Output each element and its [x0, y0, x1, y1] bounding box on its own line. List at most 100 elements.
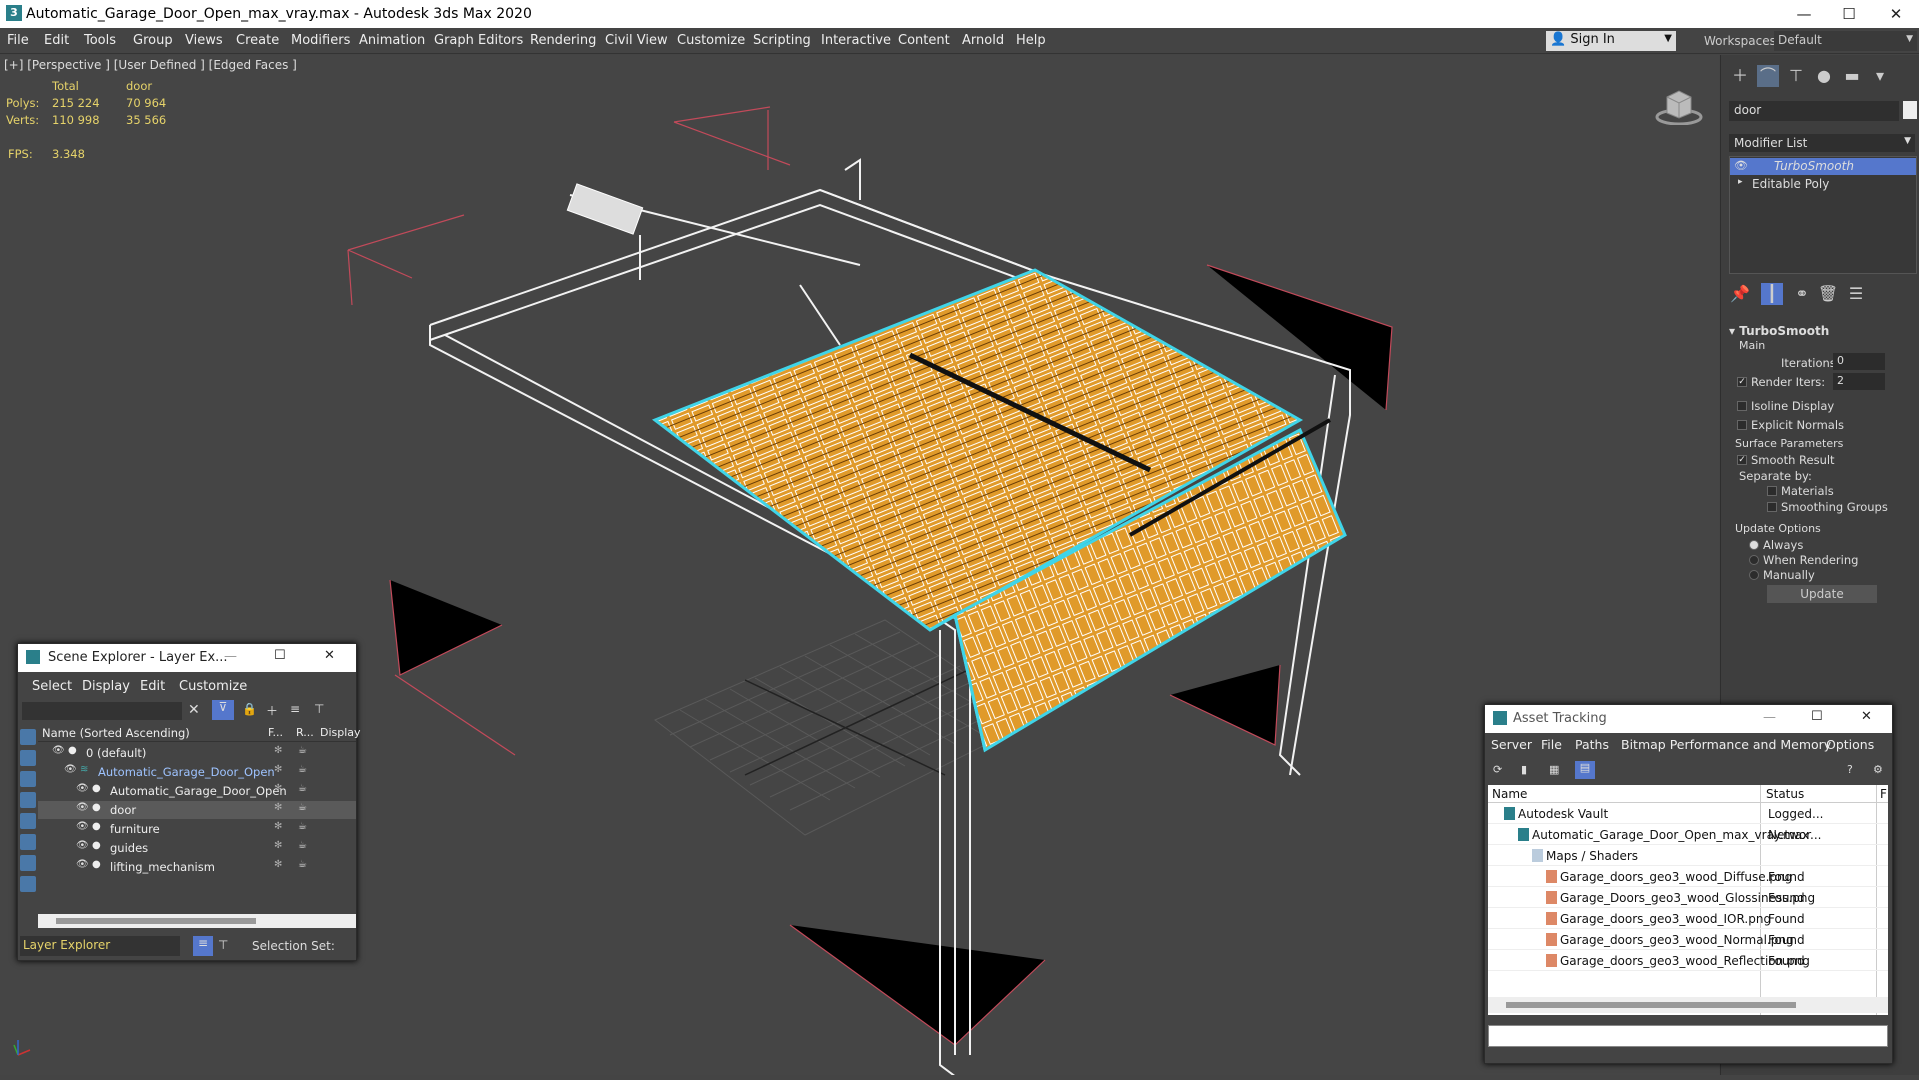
modifier-list-dropdown[interactable]: Modifier List ▼	[1729, 134, 1915, 152]
viewcube-icon[interactable]	[1655, 85, 1703, 126]
asset-row[interactable]: Garage_doors_geo3_wood_Normal.png Found	[1488, 930, 1888, 950]
display-tab-icon[interactable]: ▬	[1841, 65, 1863, 87]
asset-row[interactable]: Maps / Shaders	[1488, 846, 1888, 866]
eye-icon[interactable]: 👁	[52, 745, 65, 756]
col-render-header[interactable]: R...	[296, 726, 314, 739]
eye-icon[interactable]: 👁	[76, 821, 89, 832]
maximize-button[interactable]: ☐	[1811, 709, 1823, 724]
menu-file[interactable]: File	[7, 33, 29, 48]
layer-row[interactable]: 👁 ● lifting_mechanism ✻ ☕	[38, 858, 356, 876]
se-menu-select[interactable]: Select	[32, 679, 72, 694]
close-button[interactable]: ✕	[1873, 0, 1919, 28]
object-color-swatch[interactable]	[1903, 101, 1917, 119]
se-menu-customize[interactable]: Customize	[179, 679, 247, 694]
menu-modifiers[interactable]: Modifiers	[291, 33, 350, 48]
display-xrefs-icon[interactable]	[20, 876, 36, 892]
menu-rendering[interactable]: Rendering	[530, 33, 596, 48]
asset-row[interactable]: Autodesk Vault Logged...	[1488, 804, 1888, 824]
menu-create[interactable]: Create	[236, 33, 279, 48]
display-helpers-icon[interactable]	[20, 813, 36, 829]
table-view-icon[interactable]: ▦	[1549, 763, 1559, 776]
freeze-icon[interactable]: ✻	[274, 783, 282, 794]
asset-row[interactable]: Garage_doors_geo3_wood_Diffuse.png Found	[1488, 867, 1888, 887]
asset-row[interactable]: Garage_doors_geo3_wood_Reflection.png Fou…	[1488, 951, 1888, 971]
col-status-header[interactable]: Status	[1766, 787, 1804, 801]
close-button[interactable]: ✕	[1861, 709, 1872, 724]
asset-row[interactable]: Automatic_Garage_Door_Open_max_vray.max N…	[1488, 825, 1888, 845]
se-menu-display[interactable]: Display	[82, 679, 130, 694]
stack-item-editable-poly[interactable]: ▸ Editable Poly	[1730, 176, 1916, 193]
filter-icon[interactable]: ⊽	[212, 700, 234, 720]
make-unique-icon[interactable]: ⚭	[1791, 283, 1813, 305]
layer-row[interactable]: 👁 ● Automatic_Garage_Door_Open ✻ ☕	[38, 782, 356, 800]
menu-graph-editors[interactable]: Graph Editors	[434, 33, 523, 48]
at-menu-paths[interactable]: Paths	[1575, 737, 1609, 752]
asset-row[interactable]: Garage_doors_geo3_wood_IOR.png Found	[1488, 909, 1888, 929]
settings-icon[interactable]: ⚙	[1873, 763, 1883, 776]
col-extra-header[interactable]: F	[1880, 787, 1887, 801]
menu-help[interactable]: Help	[1016, 33, 1046, 48]
display-lights-icon[interactable]	[20, 771, 36, 787]
rollout-title[interactable]: ▾ TurboSmooth	[1729, 324, 1829, 338]
eye-icon[interactable]: 👁	[76, 802, 89, 813]
update-button[interactable]: Update	[1767, 585, 1877, 603]
minimize-button[interactable]: —	[224, 649, 237, 664]
maximize-button[interactable]: ☐	[1826, 0, 1872, 28]
close-button[interactable]: ✕	[324, 648, 335, 663]
menu-tools[interactable]: Tools	[84, 33, 116, 48]
smooth-result-checkbox[interactable]: ✓	[1737, 455, 1747, 465]
iterations-spinner[interactable]: 0	[1833, 353, 1885, 370]
menu-customize[interactable]: Customize	[677, 33, 745, 48]
asset-tracking-titlebar[interactable]: Asset Tracking — ☐ ✕	[1485, 705, 1892, 733]
expand-arrow-icon[interactable]: ▸	[1738, 177, 1743, 187]
lock-icon[interactable]: 🔒	[242, 702, 257, 716]
at-menu-options[interactable]: Options	[1826, 737, 1874, 752]
eye-icon[interactable]: 👁	[1734, 159, 1748, 172]
menu-content[interactable]: Content	[898, 33, 950, 48]
list-view-icon[interactable]: ▮	[1521, 763, 1527, 776]
modify-tab-icon[interactable]: ⌒	[1757, 65, 1779, 87]
when-rendering-radio[interactable]	[1749, 555, 1759, 565]
menu-edit[interactable]: Edit	[44, 33, 69, 48]
eye-icon[interactable]: 👁	[76, 859, 89, 870]
render-teapot-icon[interactable]: ☕	[298, 764, 307, 775]
configure-sets-icon[interactable]: ☰	[1845, 283, 1867, 305]
eye-icon[interactable]: 👁	[76, 783, 89, 794]
asset-path-field[interactable]	[1488, 1025, 1888, 1047]
workspace-select[interactable]: Default ▼	[1774, 31, 1917, 51]
se-menu-edit[interactable]: Edit	[140, 679, 165, 694]
explorer-type-dropdown[interactable]: Layer Explorer	[20, 936, 180, 956]
create-tab-icon[interactable]: ＋	[1729, 65, 1751, 87]
at-menu-bitmap-performance[interactable]: Bitmap Performance and Memory	[1621, 737, 1831, 752]
object-name-field[interactable]: door	[1729, 101, 1899, 121]
layer-row[interactable]: 👁 ● door ✻ ☕	[38, 801, 356, 819]
scene-explorer-titlebar[interactable]: Scene Explorer - Layer Ex... — ☐ ✕	[18, 644, 356, 672]
at-menu-file[interactable]: File	[1541, 737, 1562, 752]
always-radio[interactable]	[1749, 540, 1759, 550]
layer-row[interactable]: 👁 ● guides ✻ ☕	[38, 839, 356, 857]
menu-group[interactable]: Group	[133, 33, 173, 48]
freeze-icon[interactable]: ✻	[274, 859, 282, 870]
render-teapot-icon[interactable]: ☕	[298, 745, 307, 756]
minimize-button[interactable]: —	[1781, 0, 1827, 28]
col-name-header[interactable]: Name	[1492, 787, 1527, 801]
col-name-header[interactable]: Name (Sorted Ascending)	[42, 726, 190, 740]
freeze-icon[interactable]: ✻	[274, 802, 282, 813]
hierarchy-tab-icon[interactable]: ⊤	[1785, 65, 1807, 87]
motion-tab-icon[interactable]: ●	[1813, 65, 1835, 87]
eye-icon[interactable]: 👁	[64, 764, 77, 775]
freeze-icon[interactable]: ✻	[274, 764, 282, 775]
layer-row[interactable]: 👁 ● 0 (default) ✻ ☕	[38, 744, 356, 762]
scrollbar-thumb[interactable]	[1506, 1002, 1796, 1008]
render-teapot-icon[interactable]: ☕	[298, 802, 307, 813]
menu-interactive[interactable]: Interactive	[821, 33, 891, 48]
render-iters-spinner[interactable]: 2	[1833, 373, 1885, 390]
minimize-button[interactable]: —	[1763, 710, 1776, 725]
clear-search-icon[interactable]: ✕	[188, 702, 200, 718]
menu-scripting[interactable]: Scripting	[753, 33, 811, 48]
render-teapot-icon[interactable]: ☕	[298, 821, 307, 832]
pin-stack-icon[interactable]: 📌	[1729, 283, 1751, 305]
freeze-icon[interactable]: ✻	[274, 840, 282, 851]
maximize-button[interactable]: ☐	[274, 648, 286, 663]
search-input[interactable]	[22, 702, 182, 720]
